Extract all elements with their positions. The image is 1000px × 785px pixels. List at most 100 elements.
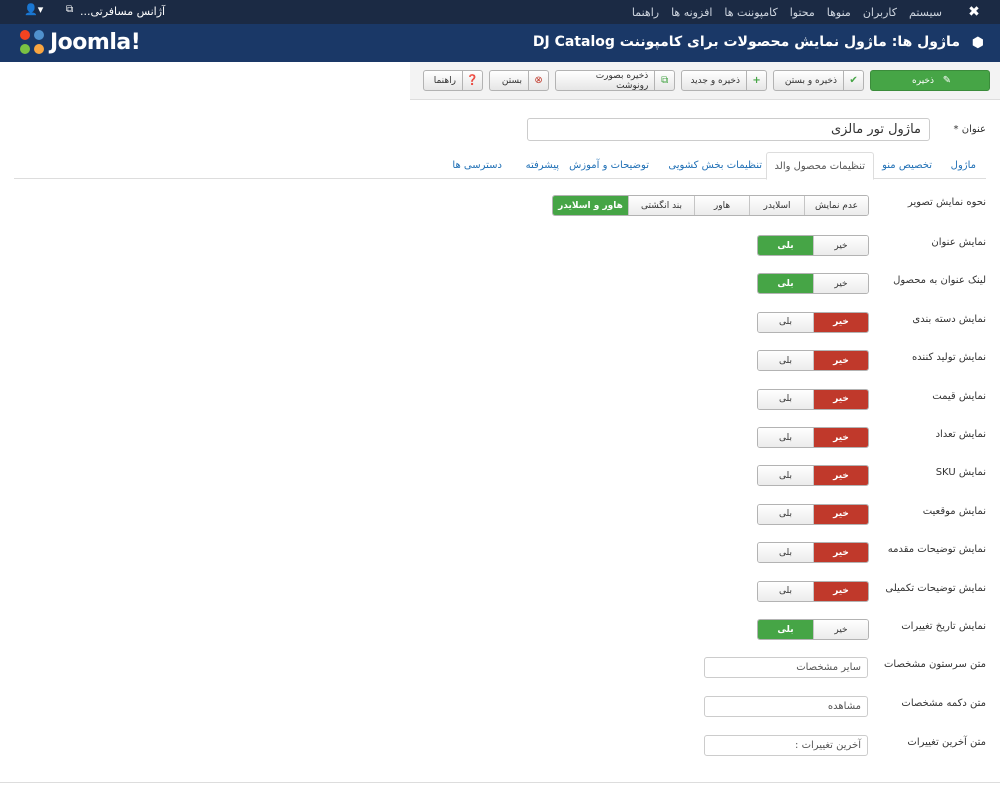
save-new-button[interactable]: + ذخیره و جدید (681, 70, 767, 91)
yes-no-toggle: خیر بلی (757, 388, 869, 410)
top-nav: سیستم کاربران منوها محتوا کامپوننت ها اف… (620, 0, 942, 24)
toggle-label: نمایش SKU (935, 467, 986, 479)
toggle-no-option[interactable]: خیر (813, 312, 868, 332)
tab-bar: ماژول تخصیص منو تنظیمات محصول والد تنظیم… (14, 152, 986, 180)
nav-components[interactable]: کامپوننت ها (724, 6, 777, 19)
toggle-yes-option[interactable]: بلی (758, 389, 813, 409)
nav-system[interactable]: سیستم (909, 6, 942, 19)
image-mode-label: نحوه نمایش تصویر (907, 197, 986, 208)
site-name-link[interactable]: آژانس مسافرتی... (80, 5, 165, 18)
user-icon[interactable]: 👤▾ (24, 3, 43, 16)
text-field-label: متن سرستون مشخصات (883, 659, 986, 670)
joomla-icon[interactable]: ✖ (966, 4, 982, 20)
toggle-no-option[interactable]: خیر (813, 620, 868, 639)
toggle-label: نمایش عنوان (931, 237, 986, 248)
close-button[interactable]: ⊗ بستن (489, 70, 549, 91)
edit-icon: ✎ (942, 75, 952, 86)
top-menu-bar: ✖ سیستم کاربران منوها محتوا کامپوننت ها … (0, 0, 1000, 24)
tab-parent-product-settings[interactable]: تنظیمات محصول والد (765, 152, 874, 180)
tab-description-tutorial[interactable]: توضیحات و آموزش (569, 152, 649, 179)
toggle-yes-option[interactable]: بلی (758, 581, 813, 601)
header-bar: Joomla! ماژول ها: ماژول نمایش محصولات بر… (0, 24, 1000, 62)
tab-slide-settings[interactable]: تنظیمات بخش کشویی (668, 152, 762, 179)
nav-menus[interactable]: منوها (827, 6, 851, 19)
toolbar: ✎ ذخیره ✔ ذخیره و بستن + ذخیره و جدید ⧉ … (410, 62, 1000, 100)
toggle-no-option[interactable]: خیر (813, 504, 868, 524)
yes-no-toggle: خیر بلی (757, 427, 869, 448)
toggle-yes-option[interactable]: بلی (758, 543, 813, 563)
help-icon: ❓ (462, 71, 482, 90)
toggle-yes-option[interactable]: بلی (758, 620, 813, 639)
copy-icon: ⧉ (654, 71, 674, 90)
toggle-label: نمایش تاریخ تغییرات (901, 621, 986, 632)
toggle-yes-option[interactable]: بلی (758, 236, 813, 255)
image-mode-hover[interactable]: هاور (694, 196, 749, 215)
toggle-no-option[interactable]: خیر (813, 466, 868, 486)
toggle-label: لینک عنوان به محصول (893, 275, 986, 287)
toggle-label: نمایش دسته بندی (912, 313, 986, 325)
toggle-label: نمایش موقعیت (922, 505, 986, 517)
yes-no-toggle: خیر بلی (757, 465, 869, 487)
toggle-label: نمایش قیمت (932, 390, 986, 402)
image-mode-thumbnails[interactable]: بند انگشتی (628, 196, 694, 215)
nav-help[interactable]: راهنما (632, 6, 659, 19)
nav-users[interactable]: کاربران (863, 6, 897, 19)
joomla-logo: Joomla! (18, 28, 141, 56)
image-mode-slider[interactable]: اسلایدر (749, 196, 804, 215)
toggle-label: نمایش تولید کننده (911, 352, 986, 364)
help-button[interactable]: ❓ راهنما (423, 70, 483, 91)
toggle-no-option[interactable]: خیر (813, 236, 868, 255)
cube-icon: ⬢ (971, 35, 984, 51)
toggle-yes-option[interactable]: بلی (758, 504, 813, 524)
toggle-yes-option[interactable]: بلی (758, 351, 813, 371)
toggle-label: نمایش توضیحات مقدمه (887, 544, 986, 556)
tab-advanced[interactable]: پیشرفته (526, 152, 559, 179)
yes-no-toggle: خیر بلی (757, 311, 869, 333)
text-field-input[interactable]: مشاهده (704, 696, 868, 717)
text-field-input[interactable]: آخرین تغییرات : (704, 735, 868, 756)
joomla-logo-mark (18, 28, 46, 56)
text-field-label: متن دکمه مشخصات (901, 698, 986, 709)
check-icon: ✔ (843, 71, 863, 90)
tab-permissions[interactable]: دسترسی ها (452, 152, 502, 179)
save-close-button[interactable]: ✔ ذخیره و بستن (773, 70, 864, 91)
page-title: ماژول ها: ماژول نمایش محصولات برای کامپو… (532, 34, 960, 50)
toggle-label: نمایش توضیحات تکمیلی (885, 582, 986, 594)
yes-no-toggle: خیر بلی (757, 619, 869, 640)
nav-extensions[interactable]: افزونه ها (671, 6, 712, 19)
yes-no-toggle: خیر بلی (757, 350, 869, 372)
toggle-no-option[interactable]: خیر (813, 389, 868, 409)
nav-content[interactable]: محتوا (790, 6, 815, 19)
save-button[interactable]: ✎ ذخیره (870, 70, 990, 91)
toggle-yes-option[interactable]: بلی (758, 466, 813, 486)
toggle-yes-option[interactable]: بلی (758, 428, 813, 447)
toggle-no-option[interactable]: خیر (813, 543, 868, 563)
yes-no-toggle: خیر بلی (757, 503, 869, 525)
image-mode-none[interactable]: عدم نمایش (804, 196, 868, 215)
text-field-label: متن آخرین تغییرات (907, 737, 986, 748)
title-label: عنوان * (953, 124, 986, 135)
toggle-label: نمایش تعداد (935, 429, 986, 440)
tab-module[interactable]: ماژول (951, 152, 976, 179)
close-icon: ⊗ (528, 71, 548, 90)
yes-no-toggle: خیر بلی (757, 273, 869, 295)
yes-no-toggle: خیر بلی (757, 235, 869, 256)
save-copy-button[interactable]: ⧉ ذخیره بصورت رونوشت (555, 70, 675, 91)
footer-divider (0, 782, 1000, 783)
toggle-yes-option[interactable]: بلی (758, 312, 813, 332)
external-link-icon: ⧉ (66, 4, 74, 15)
joomla-logo-text: Joomla! (50, 29, 141, 55)
toggle-no-option[interactable]: خیر (813, 274, 868, 294)
toggle-yes-option[interactable]: بلی (758, 274, 813, 294)
image-mode-group: عدم نمایش اسلایدر هاور بند انگشتی هاور و… (552, 195, 869, 216)
yes-no-toggle: خیر بلی (757, 580, 869, 602)
image-mode-hover-slider[interactable]: هاور و اسلایدر (553, 196, 628, 215)
toggle-no-option[interactable]: خیر (813, 581, 868, 601)
plus-icon: + (746, 71, 766, 90)
toggle-no-option[interactable]: خیر (813, 428, 868, 447)
text-field-input[interactable]: سایر مشخصات (704, 657, 868, 678)
toggle-no-option[interactable]: خیر (813, 351, 868, 371)
tab-menu-assignment[interactable]: تخصیص منو (882, 152, 932, 179)
title-input[interactable]: ماژول تور مالزی (527, 118, 930, 141)
yes-no-toggle: خیر بلی (757, 542, 869, 564)
